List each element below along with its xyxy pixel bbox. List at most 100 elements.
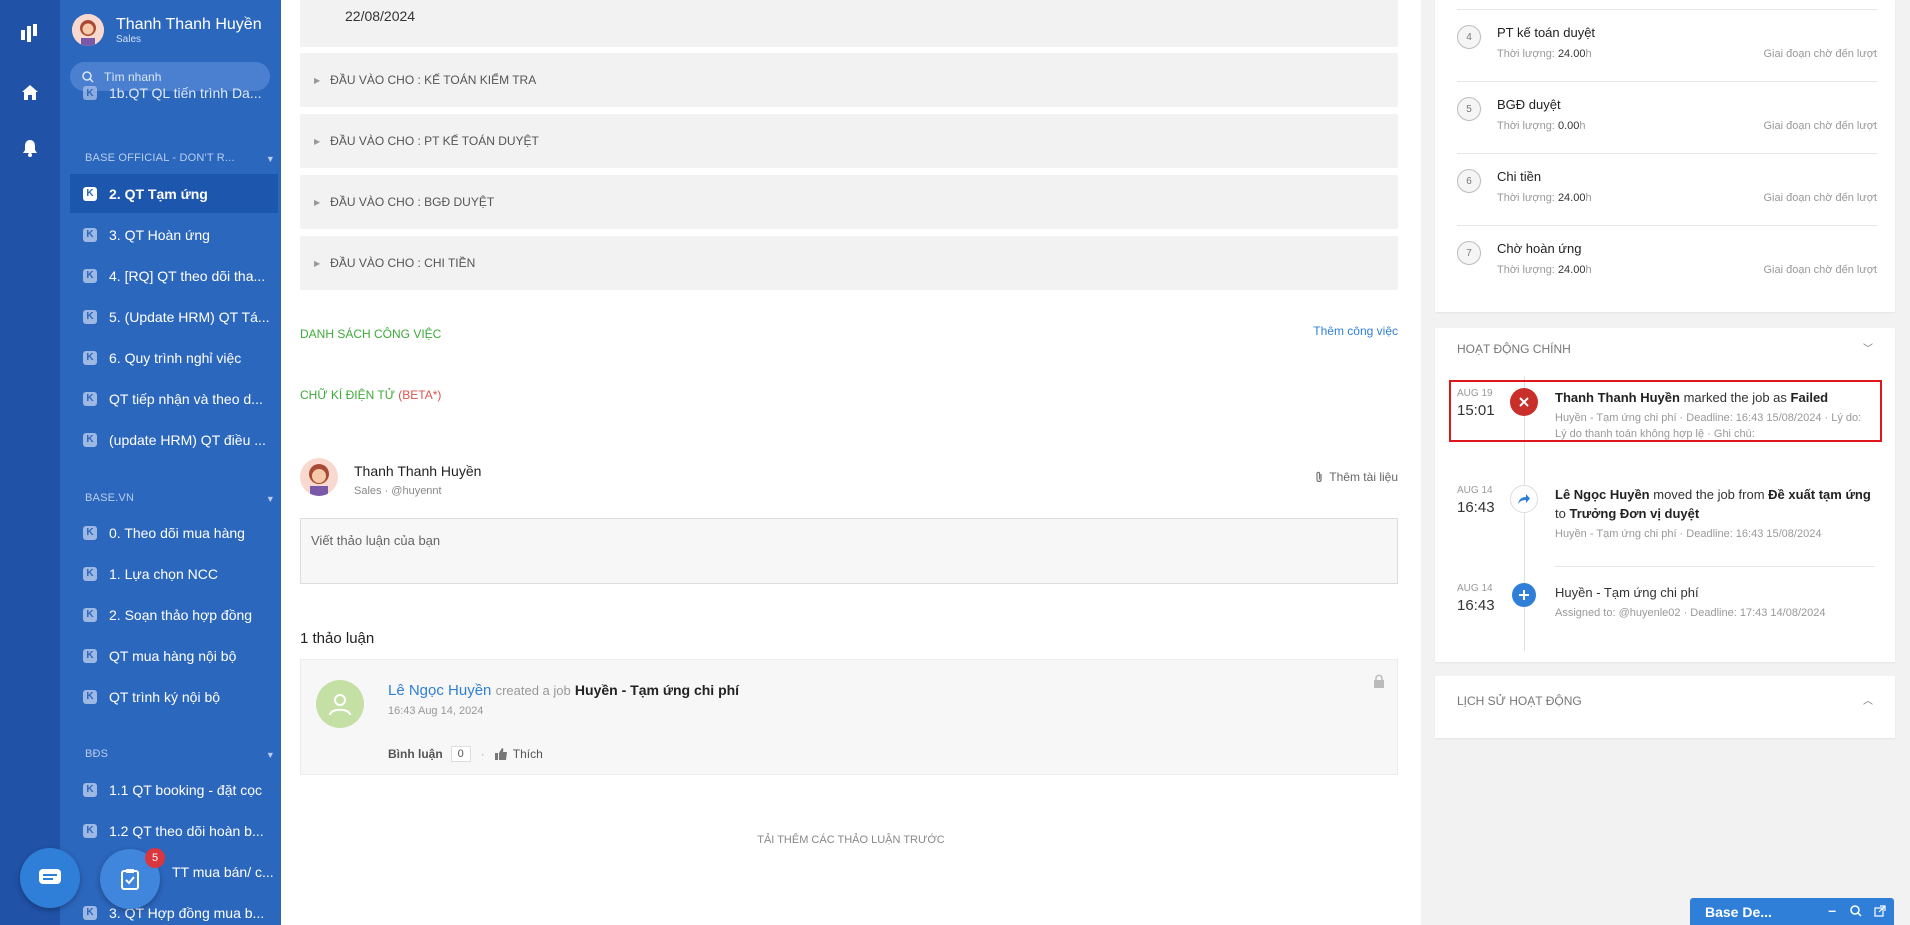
duration-value: 24.00 — [1557, 264, 1586, 276]
sidebar-item-label: (update HRM) QT điều ... — [109, 431, 266, 448]
chat-button[interactable] — [20, 848, 80, 908]
sidebar-item[interactable]: K 1.1 QT booking - đặt cọc — [70, 770, 278, 809]
duration-label: Thời lượng: — [1497, 120, 1555, 132]
discussion-input[interactable]: Viết thảo luận của bạn — [300, 518, 1398, 584]
stage-name: BGĐ duyệt — [1497, 97, 1561, 112]
lock-icon — [1373, 674, 1385, 693]
attach-file-button[interactable]: Thêm tài liệu — [1314, 470, 1398, 484]
discussion-count: 1 thảo luận — [300, 630, 375, 647]
input-section-label: ĐẦU VÀO CHO : PT KẾ TOÁN DUYỆT — [330, 134, 539, 148]
plus-icon — [1512, 583, 1536, 607]
like-button[interactable]: Thích — [513, 747, 543, 761]
caret-right-icon: ▶ — [314, 136, 321, 146]
input-section-label: ĐẦU VÀO CHO : CHI TIỀN — [330, 256, 476, 270]
stage-status: Giai đoạn chờ đến lượt — [1763, 192, 1877, 204]
sidebar-item[interactable]: K QT tiếp nhận và theo d... — [70, 379, 278, 418]
sidebar-item[interactable]: K 1.2 QT theo dõi hoàn b... — [70, 811, 278, 850]
duration-value: 24.00 — [1557, 48, 1586, 60]
clipboard-check-icon — [121, 869, 139, 890]
sidebar-item-cut[interactable]: K 1b.QT QL tiến trình Da... — [70, 82, 278, 104]
discussion-verb: created a job — [495, 683, 571, 698]
user-icon — [329, 694, 351, 716]
sidebar-item-label: QT tiếp nhận và theo d... — [109, 390, 263, 407]
sidebar-item[interactable]: K 3. QT Hoàn ứng — [70, 215, 278, 254]
process-icon: K — [83, 689, 97, 704]
discussion-time: 16:43 Aug 14, 2024 — [388, 705, 484, 717]
sidebar-item[interactable]: K 2. Soạn thảo hợp đồng — [70, 595, 278, 634]
composer-user-name: Thanh Thanh Huyền — [354, 463, 482, 479]
app-rail — [0, 0, 60, 925]
duration-unit: h — [1585, 48, 1592, 60]
composer-user-meta: Sales · @huyennt — [354, 485, 442, 497]
activity-text: to — [1555, 506, 1566, 521]
chevron-down-icon: ▼ — [265, 750, 275, 760]
external-link-icon[interactable] — [1874, 904, 1886, 920]
task-count-badge: 5 — [145, 848, 165, 868]
comment-button[interactable]: Bình luận — [388, 747, 443, 761]
process-icon: K — [83, 391, 97, 406]
minimize-icon[interactable]: – — [1828, 902, 1836, 918]
section-header-base-official[interactable]: BASE OFFICIAL - DON'T R... ▼ — [85, 152, 275, 164]
chevron-down-icon: ▼ — [265, 494, 275, 504]
chevron-up-icon[interactable]: ︿ — [1863, 692, 1873, 707]
thumbs-up-icon — [494, 748, 507, 760]
bell-icon[interactable] — [18, 136, 42, 160]
beta-tag: (BETA*) — [398, 388, 442, 402]
sidebar-item[interactable]: K QT mua hàng nội bộ — [70, 636, 278, 675]
sidebar-item-label: 0. Theo dõi mua hàng — [109, 524, 245, 541]
input-section-toggle[interactable]: ▶ ĐẦU VÀO CHO : BGĐ DUYỆT — [300, 175, 1398, 229]
home-icon[interactable] — [18, 80, 42, 104]
search-icon[interactable] — [1850, 904, 1862, 920]
task-list-heading: DANH SÁCH CÔNG VIỆC — [300, 327, 442, 341]
activity-from: Đề xuất tạm ứng — [1768, 487, 1871, 502]
separator: · — [480, 747, 485, 761]
stage-duration: Thời lượng: 24.00h — [1497, 192, 1592, 204]
stage-number: 5 — [1457, 97, 1481, 121]
chevron-down-icon[interactable]: ﹀ — [1863, 340, 1873, 355]
activity-detail: Huyền - Tạm ứng chi phí · Deadline: 16:4… — [1555, 412, 1862, 440]
esign-title: CHỮ KÍ ĐIỆN TỬ — [300, 388, 395, 402]
sidebar-item-label: 4. [RQ] QT theo dõi tha... — [109, 267, 266, 284]
activity-text: moved the job from — [1653, 487, 1765, 502]
job-link[interactable]: Huyền - Tạm ứng chi phí — [575, 682, 739, 698]
base-logo-icon[interactable] — [18, 22, 42, 46]
sidebar-item[interactable]: K 4. [RQ] QT theo dõi tha... — [70, 256, 278, 295]
sidebar-item[interactable]: K 1. Lựa chọn NCC — [70, 554, 278, 593]
sidebar-item-label: 5. (Update HRM) QT Tá... — [109, 308, 270, 325]
esign-heading: CHỮ KÍ ĐIỆN TỬ (BETA*) — [300, 388, 441, 402]
sidebar-item[interactable]: K (update HRM) QT điều ... — [70, 420, 278, 459]
sidebar-item[interactable]: K QT trình ký nội bộ — [70, 677, 278, 716]
sidebar-item[interactable]: K 6. Quy trình nghỉ việc — [70, 338, 278, 377]
sidebar-item[interactable]: K 3. QT Hợp đồng mua b... — [70, 893, 278, 925]
stage-row: 7 Chờ hoàn ứng Thời lượng: 24.00h Giai đoạn… — [1457, 226, 1877, 298]
stages-card: 4 PT kế toán duyệt Thời lượng: 24.00h Giai … — [1435, 0, 1895, 312]
activity-to: Trưởng Đơn vị duyệt — [1569, 506, 1700, 521]
activity-actor: Lê Ngọc Huyền — [1555, 487, 1650, 502]
activity-detail: Assigned to: @huyenle02 · Deadline: 17:4… — [1555, 607, 1826, 619]
input-section-toggle[interactable]: ▶ ĐẦU VÀO CHO : KẾ TOÁN KIỂM TRA — [300, 53, 1398, 107]
section-header-bds[interactable]: BĐS ▼ — [85, 748, 275, 760]
caret-right-icon: ▶ — [314, 197, 321, 207]
load-more-discussions[interactable]: TẢI THÊM CÁC THẢO LUẬN TRƯỚC — [281, 834, 1421, 846]
sidebar-item[interactable]: K 0. Theo dõi mua hàng — [70, 513, 278, 552]
sidebar-item[interactable]: K 5. (Update HRM) QT Tá... — [70, 297, 278, 336]
input-section-toggle[interactable]: ▶ ĐẦU VÀO CHO : PT KẾ TOÁN DUYỆT — [300, 114, 1398, 168]
author-link[interactable]: Lê Ngọc Huyền — [388, 682, 491, 699]
process-icon: K — [83, 268, 97, 283]
stage-status: Giai đoạn chờ đến lượt — [1763, 264, 1877, 276]
stage-row: 6 Chi tiền Thời lượng: 24.00h Giai đoạn chờ… — [1457, 154, 1877, 226]
input-section-label: ĐẦU VÀO CHO : BGĐ DUYỆT — [330, 195, 495, 209]
sidebar-item-tam-ung[interactable]: K 2. QT Tạm ứng — [70, 174, 278, 213]
stage-number: 7 — [1457, 241, 1481, 265]
add-task-link[interactable]: Thêm công việc — [1313, 324, 1398, 338]
stage-name: PT kế toán duyệt — [1497, 25, 1596, 40]
user-profile[interactable]: Thanh Thanh Huyền Sales — [72, 14, 262, 46]
duration-label: Thời lượng: — [1497, 192, 1555, 204]
minimized-window[interactable]: Base De... – — [1690, 898, 1894, 925]
process-icon: K — [83, 432, 97, 447]
activity-history-title: LỊCH SỬ HOẠT ĐỘNG — [1457, 694, 1582, 708]
app-root: Thanh Thanh Huyền Sales Tìm nhanh K 1b.QT… — [0, 0, 1910, 925]
section-header-base-vn[interactable]: BASE.VN ▼ — [85, 492, 275, 504]
process-icon: K — [83, 309, 97, 324]
input-section-toggle[interactable]: ▶ ĐẦU VÀO CHO : CHI TIỀN — [300, 236, 1398, 290]
